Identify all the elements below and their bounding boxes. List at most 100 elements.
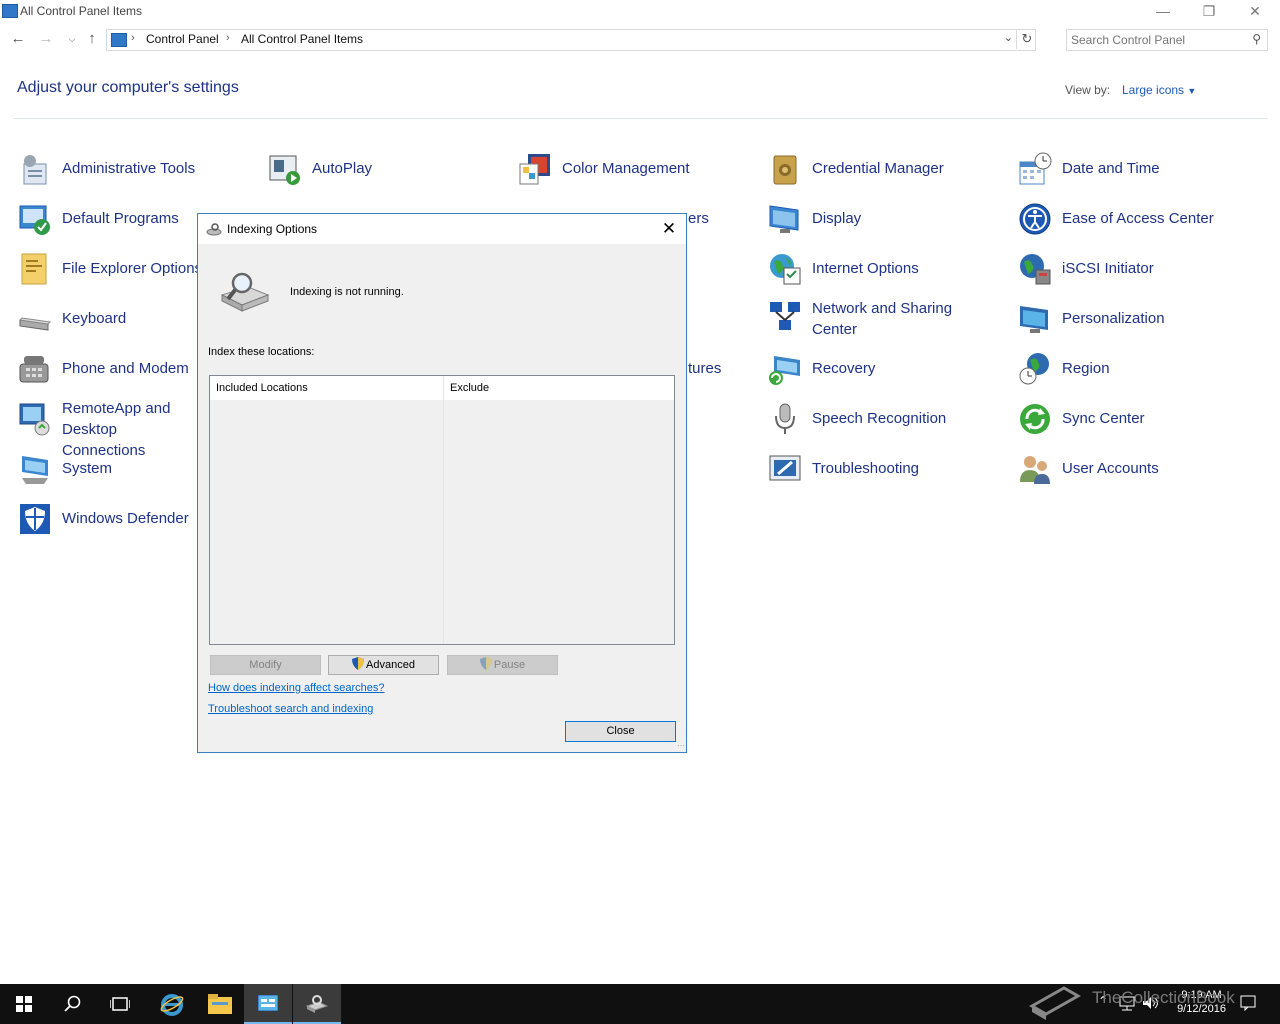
troubleshoot-indexing-link[interactable]: Troubleshoot search and indexing — [208, 703, 373, 715]
view-by-value[interactable]: Large icons — [1122, 83, 1184, 97]
item-label[interactable]: Region — [1062, 358, 1262, 379]
ease-of-access-icon — [1019, 203, 1051, 235]
item-label[interactable]: ers — [688, 208, 888, 229]
user-accounts-icon — [1020, 456, 1050, 484]
header-divider — [14, 118, 1268, 119]
item-label[interactable]: Sync Center — [1062, 408, 1262, 429]
item-label[interactable]: Troubleshooting — [812, 458, 1012, 479]
indexing-options-dialog: Indexing Options ✕ Indexing is not runni… — [197, 213, 687, 753]
item-label[interactable]: AutoPlay — [312, 158, 512, 179]
item-iscsi-initiator[interactable]: iSCSI Initiator — [1018, 252, 1258, 296]
taskbar-search-button[interactable] — [48, 984, 96, 1024]
view-by-dropdown[interactable]: Large icons ▼ — [1122, 83, 1196, 97]
indexing-status: Indexing is not running. — [290, 286, 404, 298]
up-arrow-icon[interactable]: ↑ — [82, 29, 102, 49]
search-icon — [64, 995, 81, 1012]
credential-manager-icon — [773, 155, 797, 185]
pause-button[interactable]: Pause — [447, 655, 558, 675]
advanced-button[interactable]: Advanced — [328, 655, 439, 675]
view-by-label: View by: — [1065, 83, 1111, 97]
pause-button-label[interactable]: Pause — [494, 659, 525, 671]
item-region[interactable]: Region — [1018, 352, 1258, 396]
item-color-management[interactable]: Color Management — [518, 152, 758, 196]
control-panel-icon — [111, 33, 127, 47]
breadcrumb-all-items[interactable]: All Control Panel Items — [241, 32, 363, 46]
dialog-title: Indexing Options — [227, 222, 318, 236]
autoplay-icon — [269, 155, 300, 185]
search-box[interactable]: ⚲ — [1066, 29, 1268, 51]
item-user-accounts[interactable]: User Accounts — [1018, 452, 1258, 496]
dropdown-triangle-icon[interactable]: ▼ — [1187, 86, 1196, 96]
search-input[interactable] — [1071, 32, 1241, 47]
breadcrumb-separator-icon[interactable]: › — [226, 32, 230, 44]
item-label[interactable]: iSCSI Initiator — [1062, 258, 1262, 279]
item-label[interactable]: Personalization — [1062, 308, 1262, 329]
item-label[interactable]: Network and Sharing Center — [812, 298, 982, 340]
file-explorer-button[interactable] — [195, 984, 243, 1024]
restore-button[interactable]: ❐ — [1186, 0, 1232, 24]
item-ease-of-access[interactable]: Ease of Access Center — [1018, 202, 1258, 246]
watermark-text: TheCollectionBook — [1092, 988, 1235, 1007]
indexing-options-icon — [305, 995, 329, 1013]
personalization-icon — [1020, 306, 1048, 333]
breadcrumb-separator-icon[interactable]: › — [131, 32, 135, 44]
minimize-button[interactable]: — — [1140, 0, 1186, 24]
watermark-book-icon — [1028, 986, 1082, 1020]
item-network-sharing[interactable]: Network and Sharing Center — [768, 292, 1008, 342]
task-view-button[interactable] — [96, 984, 144, 1024]
phone-modem-icon — [19, 356, 49, 383]
item-label[interactable]: Ease of Access Center — [1062, 208, 1262, 229]
forward-arrow-icon[interactable]: → — [36, 29, 56, 49]
search-icon[interactable]: ⚲ — [1252, 32, 1261, 46]
control-panel-taskbar-button[interactable] — [244, 984, 292, 1024]
color-management-icon — [519, 154, 550, 185]
how-indexing-affects-link[interactable]: How does indexing affect searches? — [208, 682, 385, 694]
back-arrow-icon[interactable]: ← — [8, 29, 28, 49]
item-autoplay[interactable]: AutoPlay — [268, 152, 508, 196]
region-icon — [1019, 353, 1049, 385]
modify-button[interactable]: Modify — [210, 655, 321, 675]
locations-table[interactable]: Included Locations Exclude — [209, 375, 675, 645]
breadcrumb-control-panel[interactable]: Control Panel — [146, 32, 219, 46]
indexing-options-taskbar-button[interactable] — [293, 984, 341, 1024]
action-center-icon[interactable] — [1240, 995, 1256, 1011]
item-troubleshooting[interactable]: Troubleshooting — [768, 452, 1008, 496]
item-speech-recognition[interactable]: Speech Recognition — [768, 402, 1008, 446]
control-panel-icon — [2, 4, 18, 18]
address-bar[interactable]: › Control Panel › All Control Panel Item… — [106, 29, 1036, 51]
internet-explorer-icon — [160, 994, 184, 1016]
recent-locations-chevron-icon[interactable]: ⌵ — [62, 29, 82, 49]
item-date-and-time[interactable]: Date and Time — [1018, 152, 1258, 196]
item-label[interactable]: Date and Time — [1062, 158, 1262, 179]
item-personalization[interactable]: Personalization — [1018, 302, 1258, 346]
close-button[interactable]: Close — [565, 721, 676, 742]
item-label[interactable]: Administrative Tools — [62, 158, 262, 179]
internet-explorer-button[interactable] — [147, 984, 195, 1024]
dialog-close-icon[interactable]: ✕ — [658, 218, 680, 240]
control-panel-icon — [258, 995, 278, 1011]
uac-shield-icon — [479, 657, 492, 670]
item-label[interactable]: Credential Manager — [812, 158, 1012, 179]
address-dropdown-icon[interactable]: ⌄ — [1004, 31, 1013, 44]
close-window-button[interactable]: ✕ — [1232, 0, 1278, 24]
dialog-titlebar: Indexing Options ✕ — [198, 214, 686, 244]
item-sync-center[interactable]: Sync Center — [1018, 402, 1258, 446]
item-internet-options[interactable]: Internet Options — [768, 252, 1008, 296]
page-title: Adjust your computer's settings — [17, 79, 239, 96]
item-label[interactable]: Color Management — [562, 158, 762, 179]
start-button[interactable] — [0, 984, 48, 1024]
sync-center-icon — [1020, 404, 1050, 434]
column-header-exclude[interactable]: Exclude — [450, 382, 489, 394]
column-header-included[interactable]: Included Locations — [216, 382, 308, 394]
refresh-icon[interactable]: ↻ — [1016, 29, 1037, 49]
item-credential-manager[interactable]: Credential Manager — [768, 152, 1008, 196]
item-label[interactable]: tures — [688, 358, 888, 379]
item-label[interactable]: Speech Recognition — [812, 408, 1012, 429]
resize-grip-icon[interactable]: ⋯ — [677, 741, 685, 750]
item-label[interactable]: Internet Options — [812, 258, 1012, 279]
item-label[interactable]: User Accounts — [1062, 458, 1262, 479]
window-title: All Control Panel Items — [20, 4, 143, 18]
item-administrative-tools[interactable]: Administrative Tools — [18, 152, 258, 196]
advanced-button-label[interactable]: Advanced — [366, 659, 415, 671]
task-view-icon — [110, 997, 130, 1011]
